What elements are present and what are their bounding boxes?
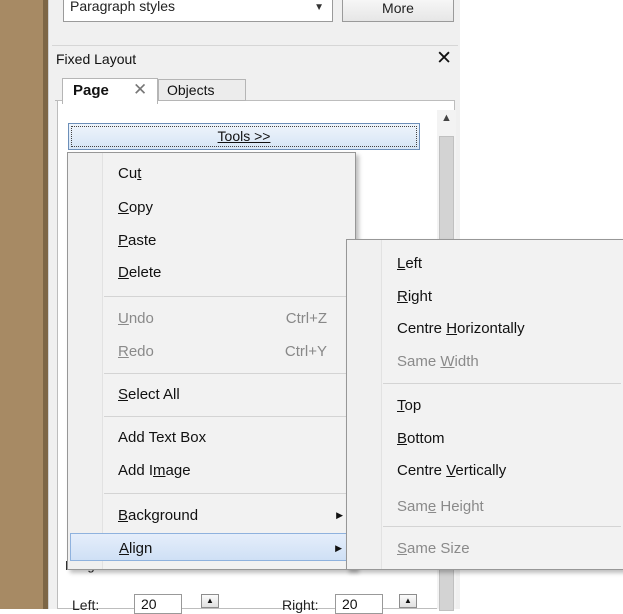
menu-item-redo[interactable]: Redo Ctrl+Y xyxy=(70,337,353,365)
align-item-centre-vertically[interactable]: Centre Vertically xyxy=(349,456,621,484)
right-margin-input[interactable]: 20 xyxy=(335,594,383,614)
submenu-arrow-icon: ▶ xyxy=(335,543,342,553)
menu-item-select-all[interactable]: Select All xyxy=(70,380,353,408)
menu-item-label: Background xyxy=(118,507,199,524)
menu-item-label: Add Text Box xyxy=(118,429,207,446)
tab-page[interactable]: Page ✕ xyxy=(62,78,158,104)
menu-item-undo[interactable]: Undo Ctrl+Z xyxy=(70,304,353,332)
menu-item-delete[interactable]: Delete xyxy=(70,258,353,286)
focus-ring xyxy=(71,126,417,147)
right-margin-spin-up[interactable]: ▲ xyxy=(399,594,417,608)
tab-objects[interactable]: Objects xyxy=(158,79,246,101)
menu-item-label: Copy xyxy=(118,199,154,216)
left-edge-strip xyxy=(0,0,48,609)
menu-separator xyxy=(104,416,353,417)
align-item-top[interactable]: Top xyxy=(349,391,621,419)
scroll-up-arrow-icon[interactable]: ▲ xyxy=(441,112,452,124)
menu-separator xyxy=(104,296,353,297)
menu-item-align[interactable]: Align ▶ xyxy=(70,533,353,561)
menu-separator xyxy=(383,526,621,527)
align-item-label: Bottom xyxy=(397,430,445,447)
menu-item-add-image[interactable]: Add Image xyxy=(70,456,353,484)
menu-item-add-text-box[interactable]: Add Text Box xyxy=(70,423,353,451)
align-submenu: Left Right Centre Horizontally Same Width To… xyxy=(346,239,623,570)
align-item-label: Same Size xyxy=(397,540,470,557)
menu-separator xyxy=(383,383,621,384)
menu-item-label: Undo xyxy=(118,310,154,327)
align-item-centre-horizontally[interactable]: Centre Horizontally xyxy=(349,314,621,342)
align-item-same-height[interactable]: Same Height xyxy=(349,492,621,520)
shortcut-label: Ctrl+Z xyxy=(285,310,327,327)
menu-separator xyxy=(104,493,353,494)
menu-item-label: Delete xyxy=(118,264,162,281)
align-item-label: Same Height xyxy=(397,498,484,515)
align-item-label: Same Width xyxy=(397,353,479,370)
shortcut-label: Ctrl+Y xyxy=(284,343,327,360)
context-menu: Cut Copy Paste Delete Undo Ctrl+Z Redo Ctrl+Y Se… xyxy=(67,152,356,570)
tools-button[interactable]: Tools >> xyxy=(68,123,420,150)
menu-item-label: Select All xyxy=(118,386,180,403)
align-item-label: Centre Horizontally xyxy=(397,320,525,337)
panel-title: Fixed Layout xyxy=(56,51,137,67)
align-item-label: Top xyxy=(397,397,422,414)
menu-item-label: Align xyxy=(119,540,153,557)
align-item-label: Left xyxy=(397,255,423,272)
align-item-right[interactable]: Right xyxy=(349,282,621,310)
chevron-down-icon: ▼ xyxy=(314,2,324,13)
menu-item-copy[interactable]: Copy xyxy=(70,193,353,221)
align-item-label: Centre Vertically xyxy=(397,462,507,479)
align-item-label: Right xyxy=(397,288,433,305)
menu-item-paste[interactable]: Paste xyxy=(70,226,353,254)
left-margin-spin-up[interactable]: ▲ xyxy=(201,594,219,608)
align-item-same-width[interactable]: Same Width xyxy=(349,347,621,375)
tab-close-icon[interactable]: ✕ xyxy=(133,80,147,100)
more-button[interactable]: More xyxy=(342,0,454,22)
tab-objects-label: Objects xyxy=(167,82,215,98)
paragraph-styles-value: Paragraph styles xyxy=(70,0,176,14)
menu-item-label: Add Image xyxy=(118,462,191,479)
right-margin-label: Right: xyxy=(282,597,319,613)
close-icon[interactable]: ✕ xyxy=(436,47,452,70)
menu-item-label: Cut xyxy=(118,165,142,182)
left-margin-input[interactable]: 20 xyxy=(134,594,182,614)
menu-item-label: Redo xyxy=(118,343,154,360)
fixed-layout-header: Fixed Layout ✕ xyxy=(52,45,458,73)
submenu-arrow-icon: ▶ xyxy=(336,510,343,520)
tab-page-label: Page xyxy=(73,82,109,99)
align-item-same-size[interactable]: Same Size xyxy=(349,534,621,562)
menu-item-cut[interactable]: Cut xyxy=(70,159,353,187)
menu-item-background[interactable]: Background ▶ xyxy=(70,501,353,529)
menu-item-label: Paste xyxy=(118,232,157,249)
left-margin-label: Left: xyxy=(72,597,100,613)
menu-separator xyxy=(104,373,353,374)
paragraph-styles-select[interactable]: Paragraph styles ▼ xyxy=(63,0,333,22)
align-item-bottom[interactable]: Bottom xyxy=(349,424,621,452)
align-item-left[interactable]: Left xyxy=(349,249,621,277)
